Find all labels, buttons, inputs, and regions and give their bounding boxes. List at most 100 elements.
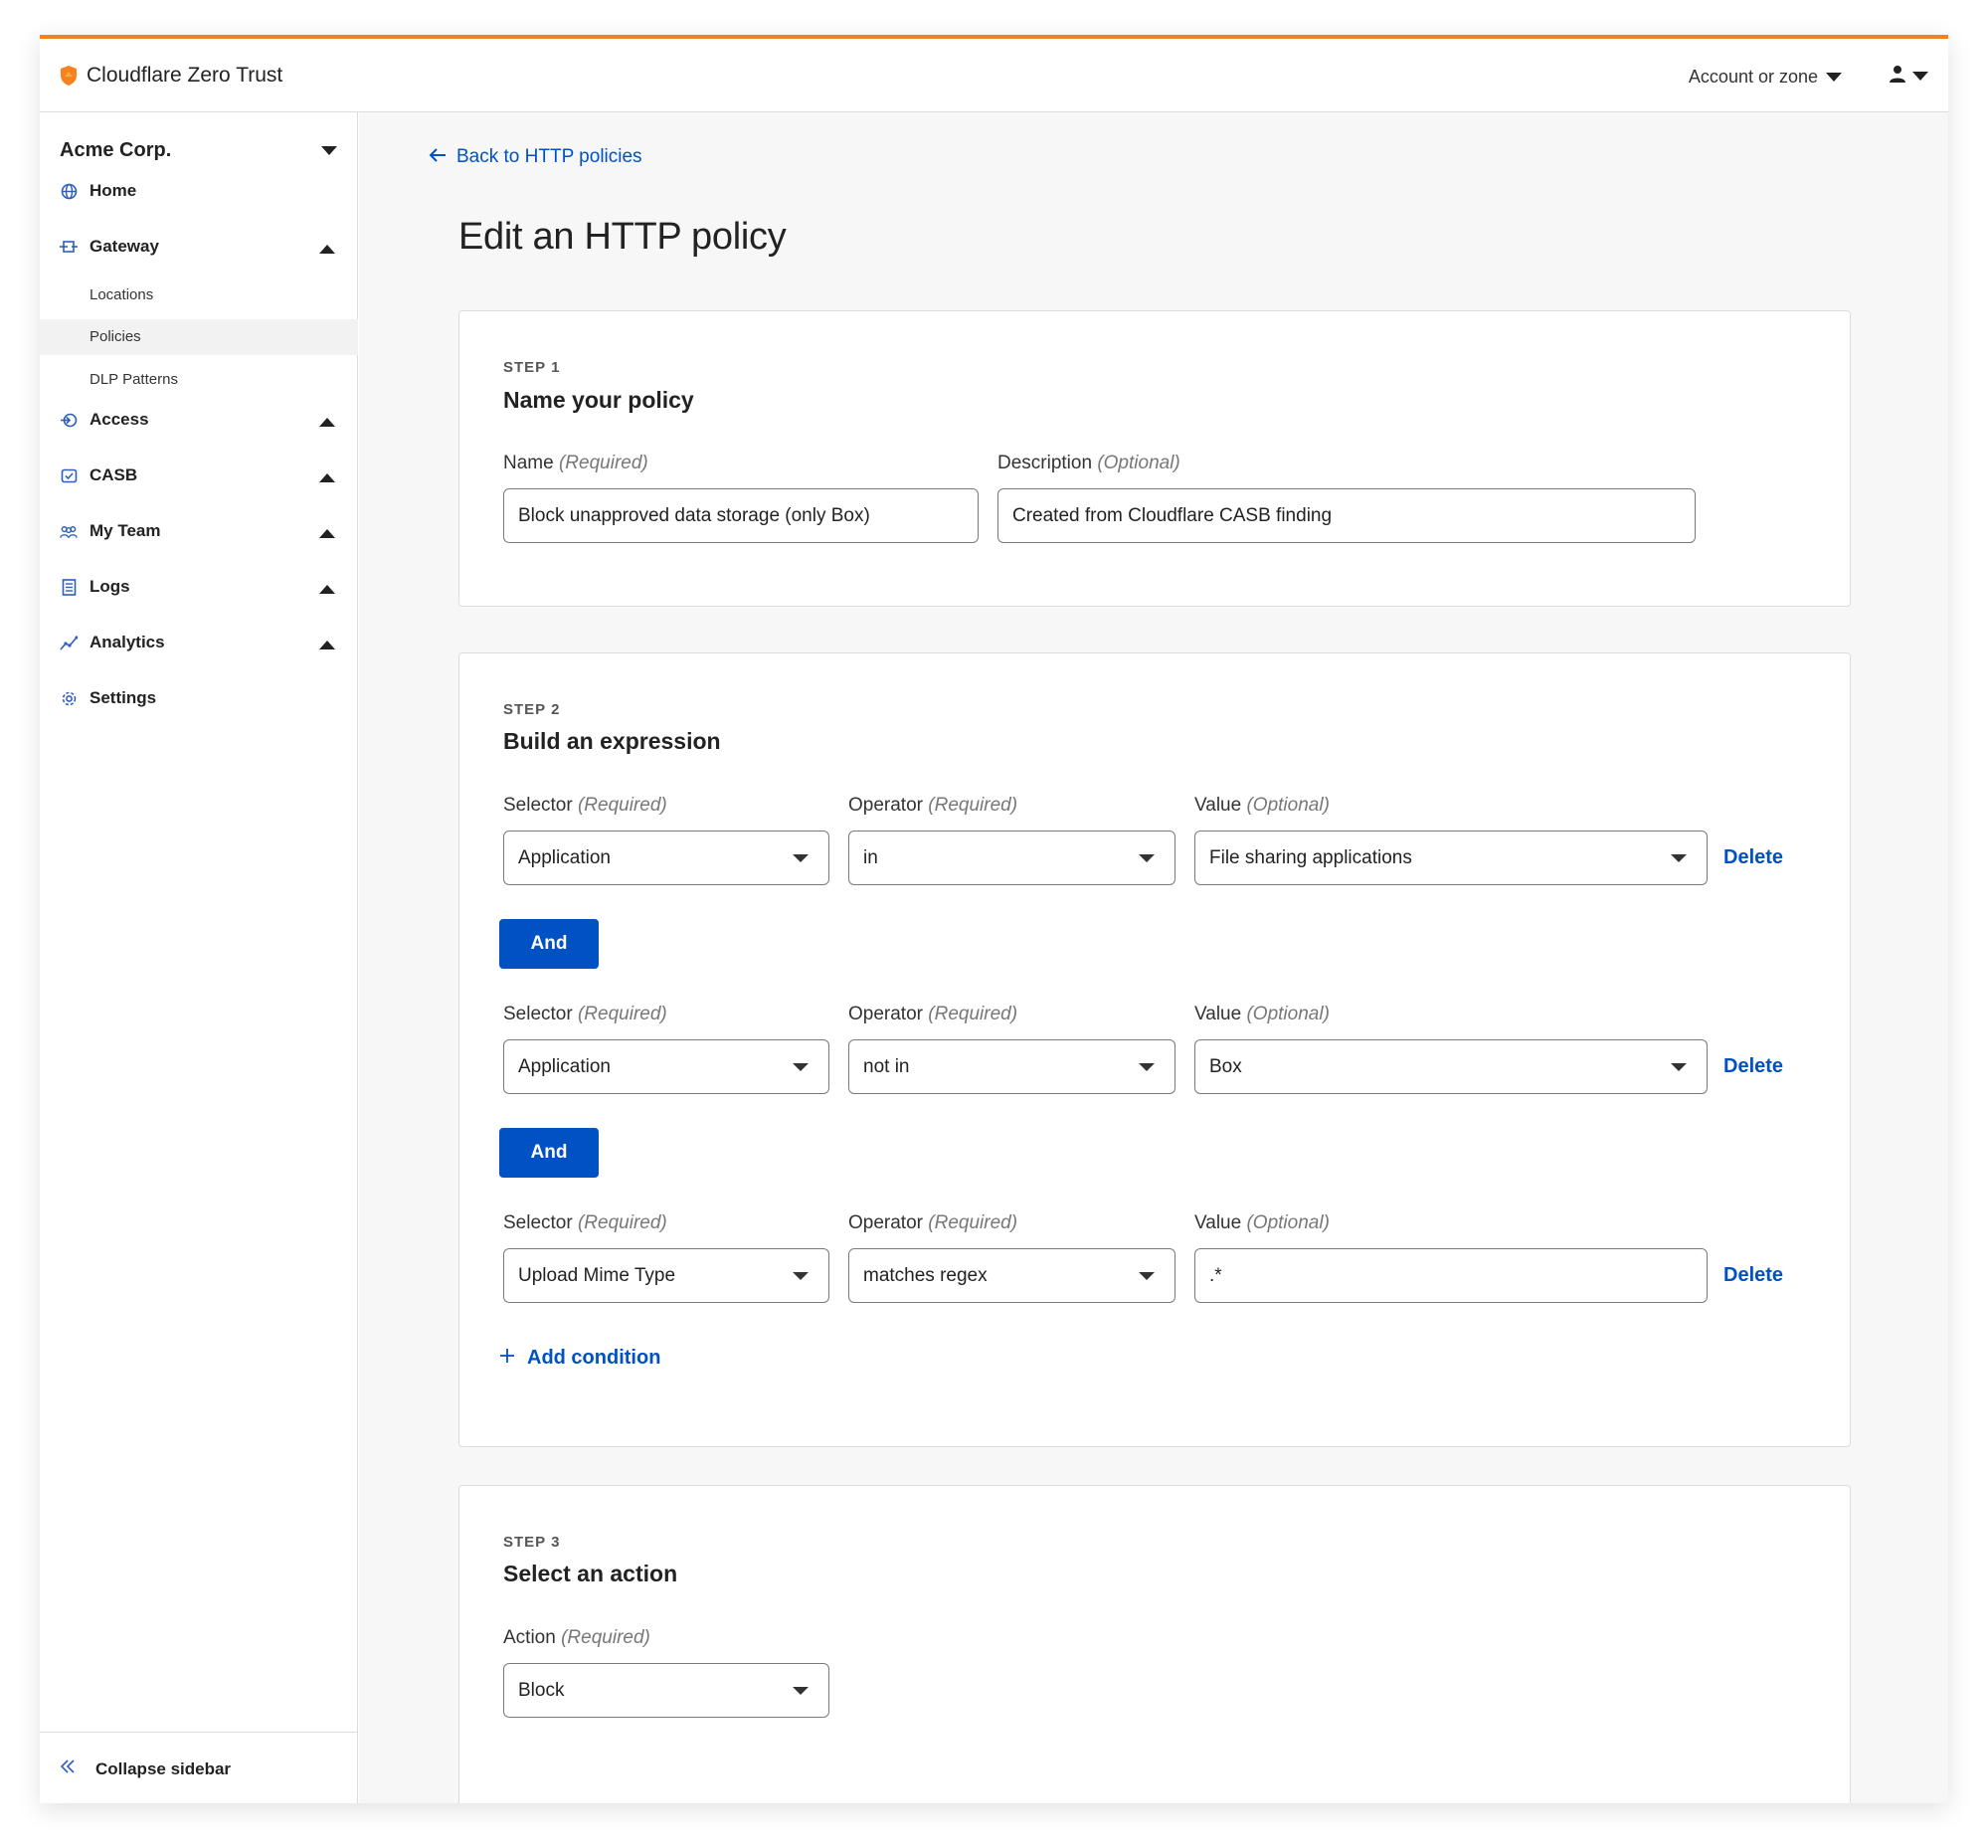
selector-value: Application	[518, 1055, 611, 1077]
sidebar-item-gateway[interactable]: Gateway	[60, 237, 159, 257]
step2-title: Build an expression	[503, 728, 721, 754]
user-menu[interactable]	[1889, 65, 1928, 88]
chevron-up-icon[interactable]	[319, 418, 335, 427]
chevron-up-icon[interactable]	[319, 585, 335, 594]
step3-eyebrow: STEP 3	[503, 1534, 561, 1551]
chevron-up-icon[interactable]	[319, 641, 335, 649]
operator-label: Operator (Required)	[848, 795, 1017, 817]
operator-value: in	[863, 846, 878, 868]
double-chevron-left-icon	[60, 1758, 76, 1779]
value-input[interactable]: .*	[1194, 1248, 1708, 1303]
required-hint: (Required)	[928, 1212, 1018, 1233]
sidebar-item-home[interactable]: Home	[60, 181, 136, 201]
name-required-hint: (Required)	[558, 453, 648, 473]
optional-hint: (Optional)	[1246, 1212, 1330, 1233]
sidebar-item-casb[interactable]: CASB	[60, 465, 137, 485]
selector-dropdown[interactable]: Application	[503, 1039, 829, 1094]
value-label-text: Value	[1194, 1212, 1242, 1233]
chevron-up-icon[interactable]	[319, 529, 335, 538]
value-label-text: Value	[1194, 795, 1242, 816]
chevron-down-icon	[1912, 72, 1928, 81]
value-label-text: Value	[1194, 1004, 1242, 1024]
gateway-icon	[60, 238, 78, 256]
step3-card: STEP 3 Select an action Action (Required…	[458, 1485, 1851, 1803]
sidebar-item-my-team[interactable]: My Team	[60, 521, 161, 541]
step1-title: Name your policy	[503, 387, 694, 413]
sidebar-item-label: Settings	[90, 688, 157, 707]
selector-value: Upload Mime Type	[518, 1264, 676, 1286]
app-window: Cloudflare Zero Trust Account or zone Ac…	[40, 35, 1948, 1803]
required-hint: (Required)	[928, 1004, 1018, 1024]
description-field[interactable]: Created from Cloudflare CASB finding	[997, 488, 1696, 543]
sidebar: Acme Corp. Home Gateway Locations Polici…	[40, 112, 358, 1803]
name-field[interactable]: Block unapproved data storage (only Box)	[503, 488, 979, 543]
selector-label-text: Selector	[503, 795, 573, 816]
collapse-sidebar-label: Collapse sidebar	[95, 1758, 232, 1778]
selector-label-text: Selector	[503, 1212, 573, 1233]
value-label: Value (Optional)	[1194, 1212, 1330, 1234]
sidebar-subitem-policies[interactable]: Policies	[90, 328, 141, 345]
operator-label: Operator (Required)	[848, 1212, 1017, 1234]
chevron-down-icon	[793, 853, 809, 862]
value-value: Box	[1209, 1055, 1242, 1077]
access-icon	[60, 411, 78, 429]
delete-condition-button[interactable]: Delete	[1723, 1055, 1783, 1078]
logs-icon	[60, 578, 78, 596]
and-button[interactable]: And	[499, 919, 599, 969]
sidebar-item-label: My Team	[90, 521, 161, 540]
cloudflare-shield-icon	[59, 65, 79, 87]
sidebar-item-settings[interactable]: Settings	[60, 688, 156, 708]
sidebar-item-access[interactable]: Access	[60, 410, 149, 430]
plus-icon	[499, 1347, 515, 1370]
chevron-down-icon	[793, 1271, 809, 1280]
brand[interactable]: Cloudflare Zero Trust	[59, 64, 282, 88]
value-dropdown[interactable]: File sharing applications	[1194, 831, 1708, 885]
chevron-up-icon[interactable]	[319, 473, 335, 482]
action-label-text: Action	[503, 1627, 556, 1648]
delete-condition-button[interactable]: Delete	[1723, 846, 1783, 869]
sidebar-item-label: Home	[90, 181, 137, 200]
step2-card: STEP 2 Build an expression Selector (Req…	[458, 652, 1851, 1447]
account-zone-selector[interactable]: Account or zone	[1689, 67, 1842, 88]
analytics-icon	[60, 634, 78, 651]
sidebar-item-label: CASB	[90, 465, 138, 484]
name-field-value: Block unapproved data storage (only Box)	[518, 504, 870, 526]
selector-dropdown[interactable]: Upload Mime Type	[503, 1248, 829, 1303]
value-dropdown[interactable]: Box	[1194, 1039, 1708, 1094]
chevron-down-icon	[793, 1062, 809, 1071]
org-selector-label[interactable]: Acme Corp.	[60, 139, 171, 162]
sidebar-subitem-locations[interactable]: Locations	[90, 286, 153, 303]
sidebar-item-label: Logs	[90, 577, 130, 596]
add-condition-button[interactable]: Add condition	[499, 1347, 660, 1370]
collapse-sidebar-button[interactable]: Collapse sidebar	[60, 1758, 231, 1779]
chevron-down-icon	[1671, 1062, 1687, 1071]
description-label-text: Description	[997, 453, 1093, 473]
chevron-up-icon[interactable]	[319, 245, 335, 254]
sidebar-item-analytics[interactable]: Analytics	[60, 633, 165, 652]
main-content: Back to HTTP policies Edit an HTTP polic…	[359, 112, 1948, 1803]
operator-dropdown[interactable]: matches regex	[848, 1248, 1175, 1303]
delete-condition-button[interactable]: Delete	[1723, 1264, 1783, 1287]
sidebar-subitem-dlp-patterns[interactable]: DLP Patterns	[90, 371, 178, 388]
name-label: Name (Required)	[503, 453, 648, 474]
operator-dropdown[interactable]: not in	[848, 1039, 1175, 1094]
chevron-down-icon	[1139, 853, 1155, 862]
value-value: File sharing applications	[1209, 846, 1412, 868]
step1-eyebrow: STEP 1	[503, 359, 561, 376]
collapse-sidebar-row: Collapse sidebar	[40, 1732, 358, 1803]
required-hint: (Required)	[928, 795, 1018, 816]
operator-dropdown[interactable]: in	[848, 831, 1175, 885]
org-chevron-down-icon[interactable]	[321, 146, 337, 155]
back-link[interactable]: Back to HTTP policies	[429, 146, 642, 168]
required-hint: (Required)	[577, 1004, 667, 1024]
step3-title: Select an action	[503, 1561, 678, 1586]
and-button[interactable]: And	[499, 1128, 599, 1178]
selector-dropdown[interactable]: Application	[503, 831, 829, 885]
sidebar-item-logs[interactable]: Logs	[60, 577, 130, 597]
chevron-down-icon	[1139, 1271, 1155, 1280]
action-required-hint: (Required)	[561, 1627, 650, 1648]
action-dropdown[interactable]: Block	[503, 1663, 829, 1718]
casb-icon	[60, 466, 78, 484]
selector-label: Selector (Required)	[503, 795, 667, 817]
required-hint: (Required)	[577, 1212, 667, 1233]
